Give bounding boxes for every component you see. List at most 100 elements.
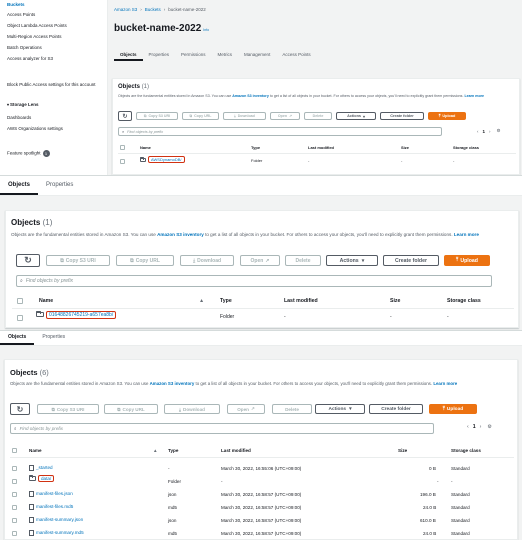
info-link[interactable]: Info (203, 28, 209, 32)
open-button[interactable]: Open ↗ (227, 404, 265, 414)
column-header-last-modified[interactable]: Last modified (221, 448, 251, 453)
column-header-size[interactable]: Size (401, 145, 409, 150)
object-name-link[interactable]: manifest-summary.json (36, 517, 83, 522)
column-header-type[interactable]: Type (251, 145, 260, 150)
sort-icon[interactable]: ▲ (153, 448, 158, 453)
search-input[interactable]: ⌕ Find objects by prefix (16, 275, 492, 287)
copy-s3-uri-button[interactable]: ⧉ Copy S3 URI (136, 112, 178, 120)
object-name-link[interactable]: manifest-summary.md5 (36, 530, 84, 535)
learn-more-link[interactable]: Learn more (464, 94, 484, 98)
search-input[interactable]: ⌕ Find objects by prefix (118, 127, 442, 136)
current-page[interactable]: 1 (483, 129, 486, 134)
prev-page-icon[interactable]: ‹ (477, 129, 479, 134)
sidebar-item-multi-region-access-points[interactable]: Multi-Region Access Points (7, 34, 62, 39)
create-folder-button[interactable]: Create folder (369, 404, 423, 414)
upload-button[interactable]: ⤒ Upload (429, 404, 477, 414)
sidebar-item-buckets[interactable]: Buckets (7, 2, 25, 7)
open-button[interactable]: Open ↗ (270, 112, 300, 120)
inventory-link[interactable]: Amazon S3 inventory (150, 381, 195, 386)
delete-button[interactable]: Delete (304, 112, 332, 120)
upload-button[interactable]: ⤒ Upload (428, 112, 466, 120)
inventory-link[interactable]: Amazon S3 inventory (232, 94, 269, 98)
column-header-last-modified[interactable]: Last modified (284, 298, 318, 304)
tab-metrics[interactable]: Metrics (212, 50, 239, 61)
refresh-button[interactable]: ↻ (16, 254, 40, 267)
object-name-link[interactable]: manifest-files.json (36, 491, 73, 496)
tab-management[interactable]: Management (238, 50, 276, 61)
select-all-checkbox[interactable] (17, 298, 23, 304)
sort-icon[interactable]: ▲ (199, 298, 204, 304)
inventory-link[interactable]: Amazon S3 inventory (157, 232, 204, 237)
learn-more-link[interactable]: Learn more (454, 232, 479, 237)
current-page[interactable]: 1 (473, 424, 476, 430)
refresh-button[interactable]: ↻ (118, 111, 132, 121)
breadcrumb-amazon-s3[interactable]: Amazon S3 (114, 7, 137, 12)
download-button[interactable]: ⤓ Download (223, 112, 266, 120)
row-checkbox[interactable] (17, 315, 23, 321)
sidebar-item-object-lambda-access-points[interactable]: Object Lambda Access Points (7, 23, 67, 28)
download-button[interactable]: ⤓ Download (180, 255, 234, 266)
row-checkbox[interactable] (12, 492, 17, 497)
column-header-storage-class[interactable]: Storage class (447, 298, 481, 304)
open-button[interactable]: Open ↗ (240, 255, 280, 266)
sidebar-item-block-public-access[interactable]: Block Public Access settings for this ac… (7, 82, 102, 88)
gear-icon[interactable]: ⚙ (497, 128, 501, 134)
column-header-type[interactable]: Type (220, 298, 232, 304)
sidebar-item-aws-organizations-settings[interactable]: AWS Organizations settings (7, 126, 63, 131)
column-header-size[interactable]: Size (390, 298, 400, 304)
copy-url-button[interactable]: ⧉ Copy URL (116, 255, 174, 266)
sidebar-item-feature-spotlight[interactable]: Feature spotlight 1 (7, 150, 50, 157)
column-header-name[interactable]: Name (29, 448, 42, 453)
breadcrumb-buckets[interactable]: Buckets (145, 7, 161, 12)
object-name-link[interactable]: manifest-files.md5 (36, 504, 73, 509)
download-button[interactable]: ⤓ Download (164, 404, 220, 414)
tab-objects[interactable]: Objects (114, 50, 143, 61)
search-input[interactable]: ⌕ Find objects by prefix (10, 423, 434, 434)
row-checkbox[interactable] (12, 505, 17, 510)
tab-access-points[interactable]: Access Points (276, 50, 316, 61)
row-checkbox[interactable] (12, 479, 17, 484)
actions-dropdown[interactable]: Actions ▾ (315, 404, 365, 414)
delete-button[interactable]: Delete (285, 255, 321, 266)
sidebar-item-dashboards[interactable]: Dashboards (7, 115, 31, 120)
tab-objects[interactable]: Objects (0, 176, 39, 195)
next-page-icon[interactable]: › (489, 129, 491, 134)
actions-dropdown[interactable]: Actions ▾ (326, 255, 378, 266)
prev-page-icon[interactable]: ‹ (467, 424, 469, 430)
copy-s3-uri-button[interactable]: ⧉ Copy S3 URI (46, 255, 110, 266)
object-name-link[interactable]: 01648826745219-a657ea8b/ (46, 311, 117, 319)
select-all-checkbox[interactable] (12, 448, 17, 453)
column-header-storage-class[interactable]: Storage class (453, 145, 479, 150)
tab-properties[interactable]: Properties (34, 331, 73, 345)
object-name-link[interactable]: _started (36, 465, 53, 470)
column-header-storage-class[interactable]: Storage class (451, 448, 481, 453)
gear-icon[interactable]: ⚙ (487, 424, 492, 430)
copy-url-button[interactable]: ⧉ Copy URL (104, 404, 158, 414)
next-page-icon[interactable]: › (480, 424, 482, 430)
refresh-button[interactable]: ↻ (10, 403, 30, 415)
create-folder-button[interactable]: Create folder (380, 112, 424, 120)
column-header-name[interactable]: Name (140, 145, 151, 150)
sidebar-item-access-analyzer[interactable]: Access analyzer for S3 (7, 56, 53, 61)
object-name-link[interactable]: AWSDynamoDB/ (148, 156, 185, 163)
delete-button[interactable]: Delete (272, 404, 312, 414)
select-all-checkbox[interactable] (120, 145, 125, 150)
tab-objects[interactable]: Objects (0, 331, 35, 345)
row-checkbox[interactable] (12, 466, 17, 471)
row-checkbox[interactable] (120, 159, 125, 164)
tab-permissions[interactable]: Permissions (175, 50, 212, 61)
column-header-name[interactable]: Name (39, 298, 53, 304)
row-checkbox[interactable] (12, 531, 17, 536)
row-checkbox[interactable] (12, 518, 17, 523)
copy-s3-uri-button[interactable]: ⧉ Copy S3 URI (37, 404, 99, 414)
copy-url-button[interactable]: ⧉ Copy URL (182, 112, 219, 120)
create-folder-button[interactable]: Create folder (383, 255, 439, 266)
column-header-size[interactable]: Size (398, 448, 407, 453)
sidebar-section-storage-lens[interactable]: ▾Storage Lens (7, 102, 39, 107)
tab-properties[interactable]: Properties (143, 50, 176, 61)
tab-properties[interactable]: Properties (38, 176, 81, 195)
upload-button[interactable]: ⤒ Upload (444, 255, 490, 266)
sidebar-item-access-points[interactable]: Access Points (7, 12, 35, 17)
actions-dropdown[interactable]: Actions ▾ (336, 112, 376, 120)
object-name-link[interactable]: data/ (38, 475, 55, 482)
